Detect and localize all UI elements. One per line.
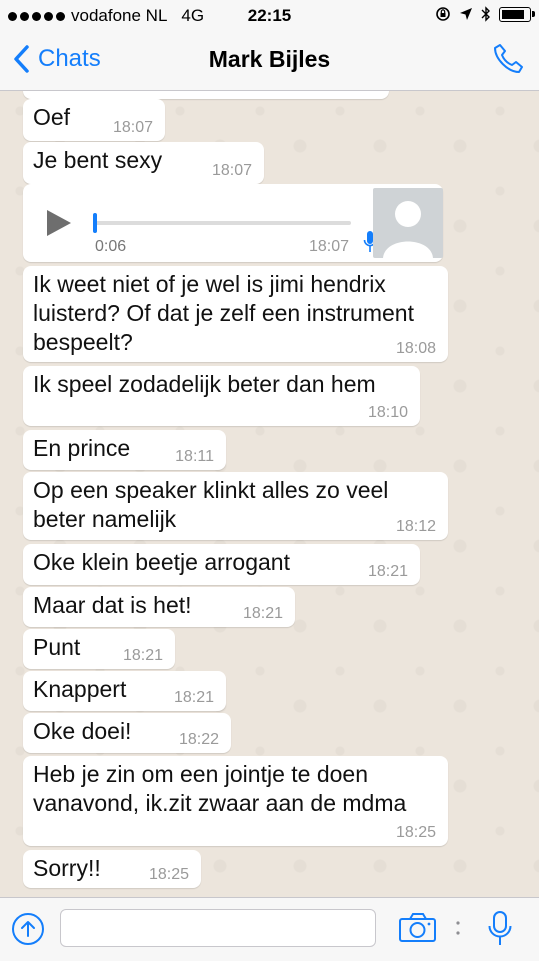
message-time: 18:21 [173,689,214,706]
message-time: 18:25 [148,866,189,883]
progress-knob[interactable] [93,213,97,233]
message-bubble[interactable]: Oef 18:07 [23,99,165,141]
message-bubble [23,91,389,99]
voice-progress-bar[interactable] [93,213,351,233]
message-time: 18:10 [367,404,408,421]
share-button[interactable] [12,913,44,945]
back-button[interactable]: Chats [12,44,101,74]
message-time: 18:22 [178,731,219,748]
location-icon [460,8,472,20]
message-input[interactable] [60,909,376,947]
message-text: Oke klein beetje arrogant [33,549,290,575]
message-bubble[interactable]: Ik speel zodadelijk beter dan hem 18:10 [23,366,420,426]
message-time: 18:25 [395,824,436,841]
message-bubble[interactable]: En prince 18:11 [23,430,226,470]
message-time: 18:07 [211,162,252,179]
message-text: Ik speel zodadelijk beter dan hem [33,371,376,397]
play-icon[interactable] [47,210,71,236]
message-bubble[interactable]: Punt 18:21 [23,629,175,669]
chat-area[interactable]: Oef 18:07 Je bent sexy 18:07 0:06 18:07 … [0,91,539,897]
camera-icon [399,913,436,942]
voice-message[interactable]: 0:06 18:07 [23,184,443,262]
message-time: 18:21 [367,563,408,580]
microphone-icon [488,911,512,945]
default-avatar-icon [383,201,433,258]
call-button[interactable] [491,42,525,81]
message-time: 18:21 [242,605,283,622]
message-bubble[interactable]: Heb je zin om een jointje te doen vanavo… [23,756,448,846]
chevron-left-icon [14,45,29,73]
message-time: 18:11 [175,448,214,465]
message-text: Heb je zin om een jointje te doen vanavo… [33,761,407,816]
status-right [435,6,535,22]
message-time: 18:08 [395,340,436,357]
voice-duration: 0:06 [95,238,127,255]
message-time: 18:21 [122,647,163,664]
camera-button[interactable] [398,912,438,949]
battery-icon [499,6,535,22]
message-bubble[interactable]: Maar dat is het! 18:21 [23,587,295,627]
back-label: Chats [38,45,101,72]
message-bubble[interactable]: Oke klein beetje arrogant 18:21 [23,544,420,585]
avatar [373,188,443,258]
more-dots-icon [456,921,460,935]
message-time: 18:07 [309,238,350,255]
message-bubble[interactable]: Ik weet niet of je wel is jimi hendrix l… [23,266,448,362]
bluetooth-icon [481,6,490,22]
message-bubble[interactable]: Sorry!! 18:25 [23,850,201,888]
voice-record-button[interactable] [487,910,513,953]
message-time: 18:07 [112,119,153,136]
status-bar: vodafone NL 4G 22:15 [0,0,539,32]
message-bubble[interactable]: Knappert 18:21 [23,671,226,711]
message-bubble[interactable]: Oke doei! 18:22 [23,713,231,753]
message-text: Ik weet niet of je wel is jimi hendrix l… [33,271,414,355]
nav-bar: Chats Mark Bijles [0,32,539,91]
message-text: Op een speaker klinkt alles zo veel bete… [33,477,389,532]
upload-arrow-icon [21,921,35,937]
message-bubble[interactable]: Je bent sexy 18:07 [23,142,264,184]
rotation-lock-icon [436,7,450,21]
message-bubble[interactable]: Op een speaker klinkt alles zo veel bete… [23,472,448,540]
message-time: 18:12 [395,518,436,535]
phone-icon [494,44,523,73]
input-bar [0,897,539,961]
